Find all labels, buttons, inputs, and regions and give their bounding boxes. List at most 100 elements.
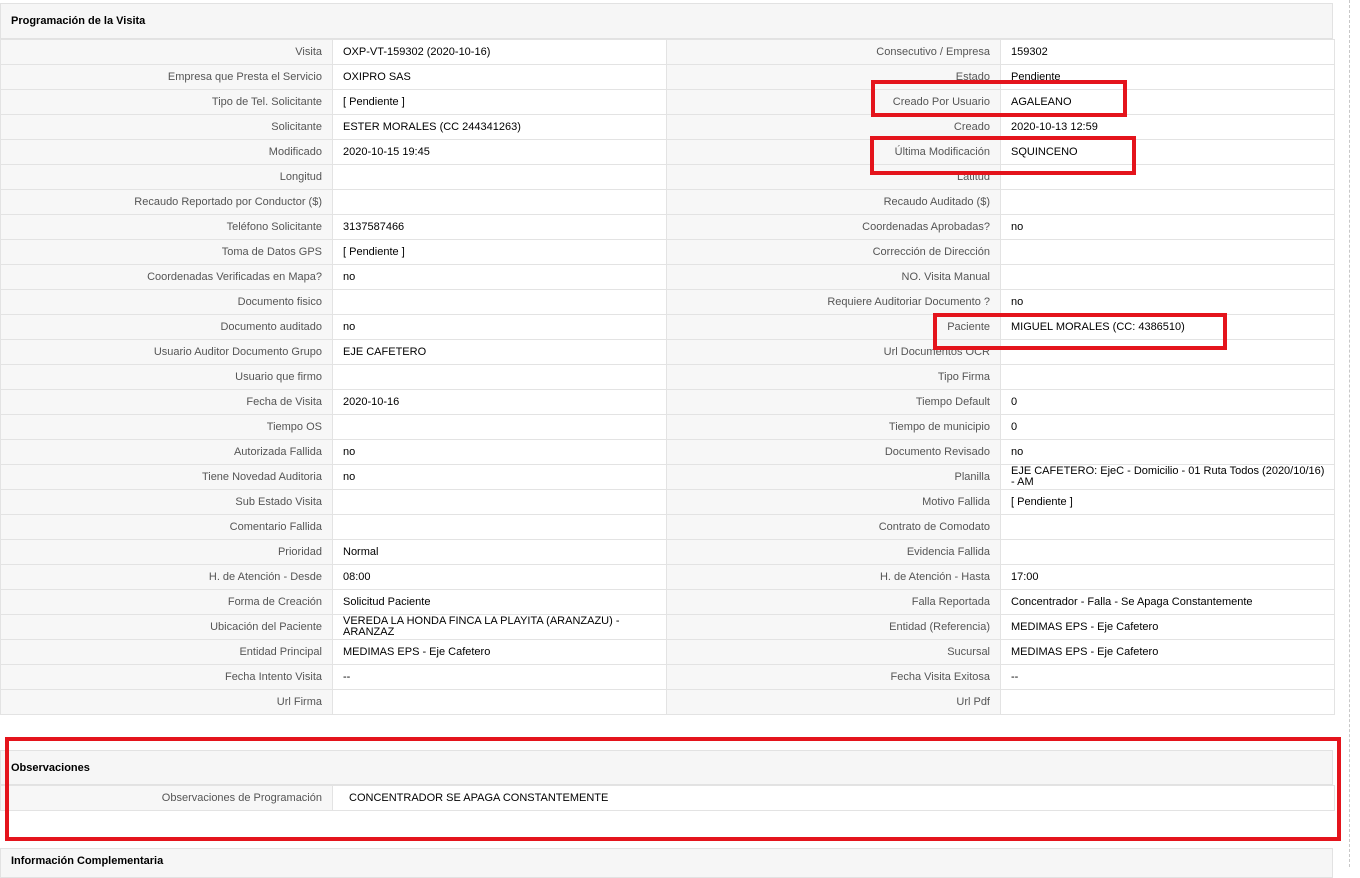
table-row: H. de Atención - Desde 08:00 H. de Atenció… — [0, 564, 1335, 590]
field-value — [1000, 514, 1335, 540]
field-value: no — [1000, 214, 1335, 240]
field-value: [ Pendiente ] — [332, 239, 667, 265]
section-title-programacion: Programación de la Visita — [11, 15, 146, 27]
table-row: Usuario Auditor Documento Grupo EJE CAFET… — [0, 339, 1335, 365]
field-value: no — [332, 264, 667, 290]
table-row: Modificado 2020-10-15 19:45 Última Modific… — [0, 139, 1335, 165]
table-row: Tiene Novedad Auditoria no Planilla EJE CA… — [0, 464, 1335, 490]
field-value: 0 — [1000, 414, 1335, 440]
field-value — [1000, 264, 1335, 290]
table-row: Fecha Intento Visita -- Fecha Visita Exit… — [0, 664, 1335, 690]
field-label: Empresa que Presta el Servicio — [0, 64, 333, 90]
field-label: Tiempo de municipio — [666, 414, 1001, 440]
field-value: [ Pendiente ] — [332, 89, 667, 115]
field-label: Ubicación del Paciente — [0, 614, 333, 640]
field-value — [332, 189, 667, 215]
field-value — [1000, 164, 1335, 190]
table-row: Entidad Principal MEDIMAS EPS - Eje Cafet… — [0, 639, 1335, 665]
field-value — [332, 514, 667, 540]
field-value — [332, 489, 667, 515]
table-row: Recaudo Reportado por Conductor ($) Recau… — [0, 189, 1335, 215]
field-value: ESTER MORALES (CC 244341263) — [332, 114, 667, 140]
field-value: no — [332, 314, 667, 340]
field-label: NO. Visita Manual — [666, 264, 1001, 290]
field-label: Toma de Datos GPS — [0, 239, 333, 265]
table-row: Coordenadas Verificadas en Mapa? no NO. V… — [0, 264, 1335, 290]
field-label: Latitud — [666, 164, 1001, 190]
field-value: no — [332, 464, 667, 490]
field-value — [1000, 339, 1335, 365]
field-label: Sub Estado Visita — [0, 489, 333, 515]
field-label: Sucursal — [666, 639, 1001, 665]
field-value — [332, 164, 667, 190]
field-value: 159302 — [1000, 39, 1335, 65]
field-value: MEDIMAS EPS - Eje Cafetero — [332, 639, 667, 665]
field-value: Concentrador - Falla - Se Apaga Constant… — [1000, 589, 1335, 615]
field-value — [332, 414, 667, 440]
field-label: Fecha Visita Exitosa — [666, 664, 1001, 690]
field-label: Documento fisico — [0, 289, 333, 315]
field-label: Prioridad — [0, 539, 333, 565]
field-value: VEREDA LA HONDA FINCA LA PLAYITA (ARANZA… — [332, 614, 667, 640]
field-label: Tiempo OS — [0, 414, 333, 440]
field-label: Documento Revisado — [666, 439, 1001, 465]
field-label: Tiene Novedad Auditoria — [0, 464, 333, 490]
field-value — [1000, 239, 1335, 265]
field-label: Consecutivo / Empresa — [666, 39, 1001, 65]
field-label: Entidad (Referencia) — [666, 614, 1001, 640]
field-value: Normal — [332, 539, 667, 565]
field-label: Creado — [666, 114, 1001, 140]
field-value: Pendiente — [1000, 64, 1335, 90]
section-title-observaciones: Observaciones — [11, 761, 90, 774]
field-label: Falla Reportada — [666, 589, 1001, 615]
field-value: 3137587466 — [332, 214, 667, 240]
field-value: MEDIMAS EPS - Eje Cafetero — [1000, 639, 1335, 665]
table-row: Visita OXP-VT-159302 (2020-10-16) Consecut… — [0, 39, 1335, 65]
field-label: Url Firma — [0, 689, 333, 715]
field-value: EJE CAFETERO — [332, 339, 667, 365]
field-label: Recaudo Reportado por Conductor ($) — [0, 189, 333, 215]
field-label: Tipo de Tel. Solicitante — [0, 89, 333, 115]
field-value — [332, 289, 667, 315]
table-row: Autorizada Fallida no Documento Revisado … — [0, 439, 1335, 465]
field-label: Documento auditado — [0, 314, 333, 340]
field-label: Modificado — [0, 139, 333, 165]
field-label: Evidencia Fallida — [666, 539, 1001, 565]
field-value: -- — [332, 664, 667, 690]
field-value: OXP-VT-159302 (2020-10-16) — [332, 39, 667, 65]
table-row: Usuario que firmo Tipo Firma — [0, 364, 1335, 390]
field-label: Forma de Creación — [0, 589, 333, 615]
table-row: Tipo de Tel. Solicitante[ Pendiente ] Cre… — [0, 89, 1335, 115]
field-label: Usuario que firmo — [0, 364, 333, 390]
field-value: no — [1000, 439, 1335, 465]
field-label: Requiere Auditoriar Documento ? — [666, 289, 1001, 315]
field-label: Longitud — [0, 164, 333, 190]
section-header-observaciones: Observaciones — [0, 750, 1333, 785]
field-label: Observaciones de Programación — [0, 785, 333, 811]
field-value — [1000, 689, 1335, 715]
field-label: Coordenadas Verificadas en Mapa? — [0, 264, 333, 290]
field-value: AGALEANO — [1000, 89, 1335, 115]
field-label: Fecha de Visita — [0, 389, 333, 415]
field-label: Última Modificación — [666, 139, 1001, 165]
section-header-programacion: Programación de la Visita — [0, 3, 1333, 39]
field-value: EJE CAFETERO: EjeC - Domicilio - 01 Ruta… — [1000, 464, 1335, 490]
field-value: 2020-10-15 19:45 — [332, 139, 667, 165]
table-row: Ubicación del Paciente VEREDA LA HONDA FI… — [0, 614, 1335, 640]
field-label: Comentario Fallida — [0, 514, 333, 540]
field-value: Solicitud Paciente — [332, 589, 667, 615]
visit-details-table: Visita OXP-VT-159302 (2020-10-16) Consecut… — [0, 39, 1335, 715]
field-label: Creado Por Usuario — [666, 89, 1001, 115]
table-row: Teléfono Solicitante 3137587466 Coordenada… — [0, 214, 1335, 240]
field-label: Motivo Fallida — [666, 489, 1001, 515]
table-row: Url Firma Url Pdf — [0, 689, 1335, 715]
field-label: Coordenadas Aprobadas? — [666, 214, 1001, 240]
field-label: Planilla — [666, 464, 1001, 490]
table-row: Sub Estado Visita Motivo Fallida[ Pendien… — [0, 489, 1335, 515]
field-label: Corrección de Dirección — [666, 239, 1001, 265]
field-label: Teléfono Solicitante — [0, 214, 333, 240]
field-value: 17:00 — [1000, 564, 1335, 590]
field-value: MEDIMAS EPS - Eje Cafetero — [1000, 614, 1335, 640]
table-row: Fecha de Visita 2020-10-16 Tiempo Default… — [0, 389, 1335, 415]
table-row: Empresa que Presta el Servicio OXIPRO SAS… — [0, 64, 1335, 90]
